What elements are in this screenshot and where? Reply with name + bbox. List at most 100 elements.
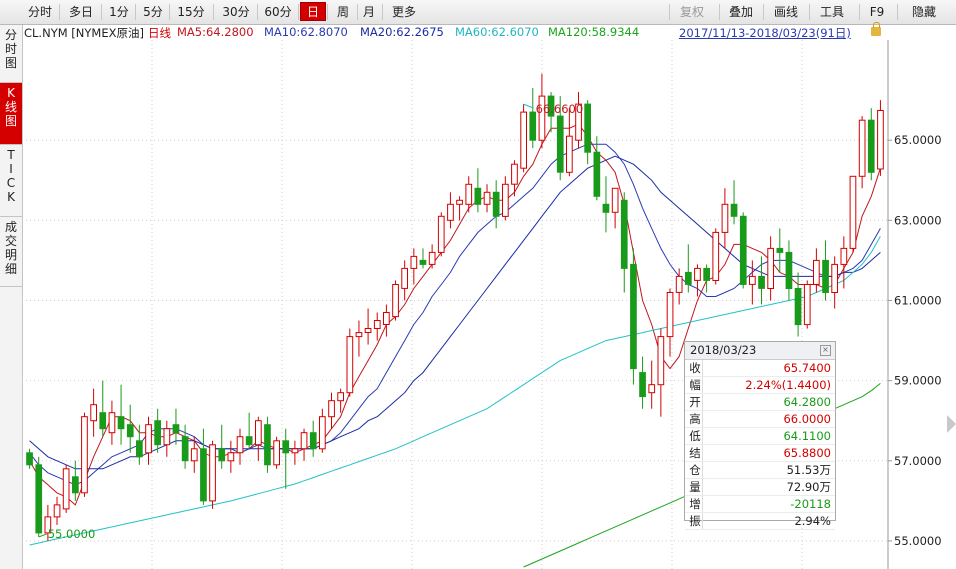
candle-body-up — [328, 400, 335, 418]
tooltip-row: 振 2.94% — [685, 513, 835, 530]
sidebar-tab-0[interactable]: 分 时 图 — [0, 25, 22, 83]
candle-body-up — [694, 267, 701, 281]
period-button-1[interactable]: 多日 — [62, 2, 100, 21]
candle-body-up — [108, 412, 116, 434]
sidebar-tab-3[interactable]: 成 交 明 细 — [0, 217, 22, 287]
tooltip-value: 72.90万 — [786, 480, 831, 494]
action-button-4[interactable]: F9 — [862, 2, 892, 21]
candle-body-up — [62, 468, 70, 510]
low-marker-line — [38, 533, 47, 538]
tooltip-value: 66.0000 — [783, 412, 831, 426]
candle-body-down — [154, 420, 162, 446]
period-button-0[interactable]: 分时 — [22, 2, 58, 21]
candle-body-down — [492, 191, 500, 217]
close-icon[interactable]: × — [820, 345, 831, 356]
tooltip-key: 幅 — [688, 377, 703, 393]
candle-body-up — [227, 452, 235, 462]
tooltip-key: 低 — [688, 428, 703, 444]
candle-body-up — [428, 251, 436, 265]
period-button-7[interactable]: 日 — [300, 2, 326, 21]
y-tick-label: 65.0000 — [894, 133, 942, 147]
candle-body-up — [465, 183, 473, 205]
tooltip-value: -20118 — [790, 497, 831, 511]
candle-body-up — [877, 110, 884, 170]
period-button-6[interactable]: 60分 — [259, 2, 297, 21]
candle-body-up — [383, 312, 390, 325]
toolbar-divider — [763, 4, 764, 20]
tooltip-value: 64.1100 — [783, 429, 831, 443]
period-button-4[interactable]: 15分 — [170, 2, 212, 21]
candle-body-up — [456, 199, 463, 205]
toolbar-divider — [719, 4, 720, 20]
candle-body-up — [255, 420, 262, 446]
period-button-9[interactable]: 月 — [357, 2, 381, 21]
candle-body-down — [35, 464, 43, 534]
candle-body-up — [566, 135, 573, 173]
candle-body-down — [181, 436, 189, 462]
period-button-8[interactable]: 周 — [330, 2, 356, 21]
legend-symbol: CL.NYM [NYMEX原油] — [24, 26, 144, 40]
candle-body-up — [401, 267, 408, 289]
candle-body-down — [72, 476, 79, 494]
candle-body-up — [190, 448, 198, 462]
period-button-10[interactable]: 更多 — [385, 2, 423, 21]
candle-body-down — [703, 267, 710, 281]
candle-body-up — [355, 332, 363, 338]
candle-body-up — [849, 175, 857, 249]
toolbar-divider — [101, 4, 102, 20]
action-button-0[interactable]: 复权 — [672, 2, 712, 21]
period-button-3[interactable]: 5分 — [138, 2, 168, 21]
legend-ma20: MA20:62.2675 — [360, 25, 444, 39]
tooltip-key: 高 — [688, 411, 703, 427]
candle-body-up — [840, 247, 848, 265]
tooltip-row: 仓 51.53万 — [685, 462, 835, 479]
candle-body-up — [858, 119, 866, 177]
period-button-5[interactable]: 30分 — [216, 2, 256, 21]
tooltip-value: 51.53万 — [786, 463, 831, 477]
tooltip-row: 低 64.1100 — [685, 428, 835, 445]
candle-body-up — [511, 163, 518, 185]
candle-body-down — [556, 115, 564, 173]
action-button-2[interactable]: 画线 — [766, 2, 806, 21]
action-button-5[interactable]: 隐藏 — [900, 2, 948, 21]
tooltip-row: 收 65.7400 — [685, 360, 835, 377]
candle-body-down — [785, 251, 793, 289]
candle-body-up — [346, 336, 354, 394]
high-price-label: 66.6600 — [536, 102, 584, 116]
toolbar-divider — [809, 4, 810, 20]
legend-date-range[interactable]: 2017/11/13-2018/03/23(91日) — [679, 25, 851, 41]
candle-body-down — [126, 424, 134, 438]
sidebar-tab-1[interactable]: K 线 图 — [0, 83, 22, 145]
candle-body-down — [776, 247, 784, 253]
action-button-1[interactable]: 叠加 — [722, 2, 760, 21]
candle-body-up — [337, 392, 344, 402]
toolbar-divider — [257, 4, 258, 20]
candle-body-up — [236, 436, 244, 454]
lock-icon[interactable] — [871, 22, 881, 36]
candle-body-up — [291, 448, 299, 454]
quote-tooltip: 2018/03/23 × 收 65.7400 幅 2.24%(1.4400) 开 64.2… — [684, 341, 836, 530]
candle-body-up — [721, 203, 729, 233]
period-button-2[interactable]: 1分 — [104, 2, 134, 21]
candle-body-down — [639, 372, 646, 398]
toolbar-divider — [135, 4, 136, 20]
candle-body-down — [822, 259, 829, 293]
toolbar-divider — [298, 4, 299, 20]
high-marker-line — [523, 103, 534, 109]
candle-body-down — [630, 263, 637, 370]
candle-body-down — [245, 436, 253, 446]
scroll-right-icon[interactable] — [947, 415, 956, 433]
candle-body-up — [373, 320, 381, 329]
tooltip-row: 增 -20118 — [685, 496, 835, 513]
candle-body-up — [273, 440, 281, 466]
sidebar-tab-2[interactable]: T I C K — [0, 145, 22, 217]
tooltip-key: 结 — [688, 445, 703, 461]
candle-body-up — [53, 504, 61, 518]
candle-body-up — [520, 111, 527, 169]
candle-body-up — [611, 187, 619, 213]
action-button-3[interactable]: 工具 — [812, 2, 852, 21]
candle-body-down — [99, 412, 107, 430]
candle-body-up — [803, 284, 811, 326]
sidebar: 分 时 图K 线 图T I C K成 交 明 细 — [0, 25, 23, 569]
candle-body-down — [758, 275, 765, 289]
